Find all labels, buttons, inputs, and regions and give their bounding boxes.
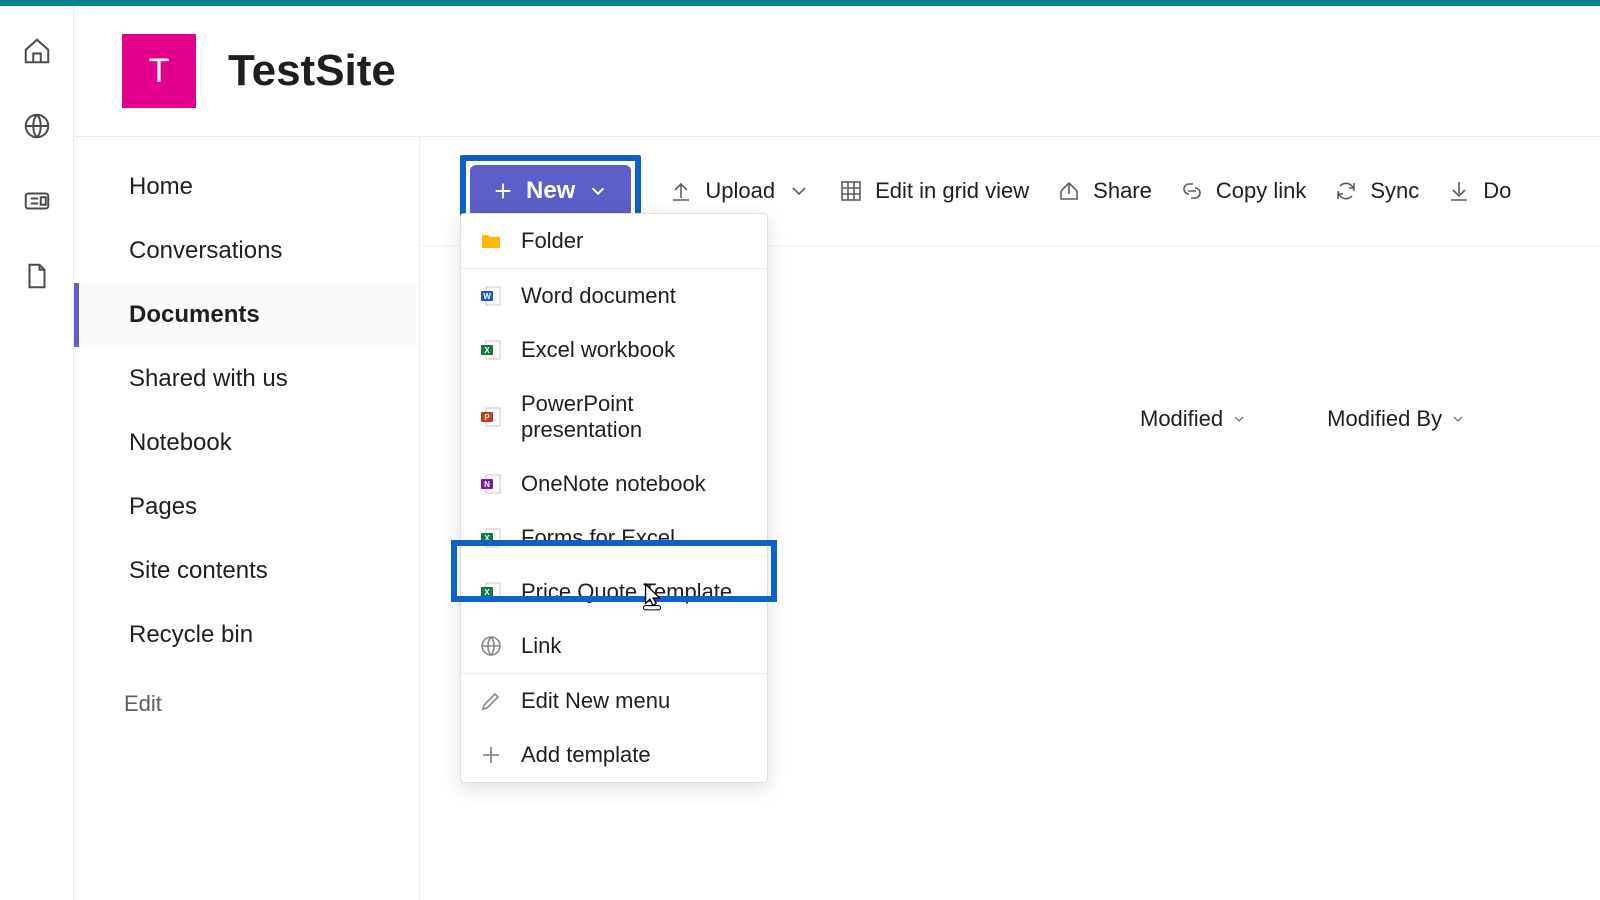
sync-label: Sync [1370, 178, 1419, 204]
share-label: Share [1093, 178, 1152, 204]
edit-icon [479, 689, 503, 713]
menu-item-label: Price Quote Template [521, 579, 732, 605]
new-menu-item-forms[interactable]: X Forms for Excel [461, 511, 767, 565]
word-icon: W [479, 284, 503, 308]
column-header-label: Modified By [1327, 406, 1442, 432]
menu-item-label: PowerPoint presentation [521, 391, 749, 443]
site-header: T TestSite [74, 6, 1600, 136]
globe-icon[interactable] [22, 111, 52, 146]
leftnav-item-home[interactable]: Home [74, 155, 419, 219]
download-label: Do [1483, 178, 1511, 204]
column-header-modified[interactable]: Modified [1140, 406, 1247, 432]
menu-item-label: Add template [521, 742, 651, 768]
work-area: New Upload Edit in grid view [420, 137, 1600, 900]
leftnav-item-documents[interactable]: Documents [74, 283, 419, 347]
menu-item-label: Excel workbook [521, 337, 675, 363]
svg-text:X: X [484, 588, 490, 597]
leftnav-item-recyclebin[interactable]: Recycle bin [74, 603, 419, 667]
link-icon [1180, 179, 1204, 203]
powerpoint-icon: P [479, 405, 503, 429]
menu-item-label: Folder [521, 228, 583, 254]
chevron-down-icon [1231, 411, 1247, 427]
svg-text:P: P [484, 413, 490, 422]
new-menu-item-link[interactable]: Link [461, 619, 767, 673]
copylink-button[interactable]: Copy link [1180, 178, 1306, 204]
leftnav-item-conversations[interactable]: Conversations [74, 219, 419, 283]
svg-text:W: W [483, 292, 491, 301]
app-rail [0, 6, 74, 900]
download-icon [1447, 179, 1471, 203]
new-button[interactable]: New [470, 165, 631, 217]
upload-button[interactable]: Upload [669, 178, 811, 204]
leftnav-edit-link[interactable]: Edit [74, 667, 419, 717]
folder-icon [479, 229, 503, 253]
leftnav-item-pages[interactable]: Pages [74, 475, 419, 539]
column-header-label: Modified [1140, 406, 1223, 432]
content-row: Home Conversations Documents Shared with… [74, 136, 1600, 900]
file-icon[interactable] [22, 261, 52, 296]
left-navigation: Home Conversations Documents Shared with… [74, 137, 420, 900]
new-menu-item-onenote[interactable]: N OneNote notebook [461, 457, 767, 511]
new-menu-item-edit[interactable]: Edit New menu [461, 674, 767, 728]
upload-label: Upload [705, 178, 775, 204]
new-menu-item-price-quote-template[interactable]: X Price Quote Template [461, 565, 767, 619]
svg-text:X: X [484, 534, 490, 543]
news-icon[interactable] [22, 186, 52, 221]
chevron-down-icon [1450, 411, 1466, 427]
column-header-modifiedby[interactable]: Modified By [1327, 406, 1466, 432]
edit-grid-button[interactable]: Edit in grid view [839, 178, 1029, 204]
excel-template-icon: X [479, 580, 503, 604]
onenote-icon: N [479, 472, 503, 496]
sync-icon [1334, 179, 1358, 203]
menu-item-label: OneNote notebook [521, 471, 706, 497]
app-root: T TestSite Home Conversations Documents … [0, 6, 1600, 900]
chevron-down-icon [587, 180, 609, 202]
forms-excel-icon: X [479, 526, 503, 550]
share-icon [1057, 179, 1081, 203]
chevron-down-icon [787, 179, 811, 203]
svg-text:N: N [484, 480, 490, 489]
new-menu-item-add-template[interactable]: Add template [461, 728, 767, 782]
excel-icon: X [479, 338, 503, 362]
download-button[interactable]: Do [1447, 178, 1511, 204]
site-title: TestSite [228, 46, 396, 96]
new-menu-item-word[interactable]: W Word document [461, 269, 767, 323]
site-logo[interactable]: T [122, 34, 196, 108]
svg-text:X: X [484, 346, 490, 355]
menu-item-label: Forms for Excel [521, 525, 675, 551]
menu-item-label: Word document [521, 283, 676, 309]
copylink-label: Copy link [1216, 178, 1306, 204]
globe-icon [479, 634, 503, 658]
menu-item-label: Edit New menu [521, 688, 670, 714]
new-dropdown-menu: Folder W Word document X Excel workbook [460, 213, 768, 783]
new-button-label: New [526, 177, 575, 205]
main-column: T TestSite Home Conversations Documents … [74, 6, 1600, 900]
leftnav-item-shared[interactable]: Shared with us [74, 347, 419, 411]
upload-icon [669, 179, 693, 203]
home-icon[interactable] [22, 36, 52, 71]
leftnav-item-notebook[interactable]: Notebook [74, 411, 419, 475]
share-button[interactable]: Share [1057, 178, 1152, 204]
sync-button[interactable]: Sync [1334, 178, 1419, 204]
new-menu-item-excel[interactable]: X Excel workbook [461, 323, 767, 377]
plus-icon [479, 743, 503, 767]
leftnav-item-sitecontents[interactable]: Site contents [74, 539, 419, 603]
edit-grid-label: Edit in grid view [875, 178, 1029, 204]
grid-icon [839, 179, 863, 203]
menu-item-label: Link [521, 633, 561, 659]
plus-icon [492, 180, 514, 202]
new-menu-item-folder[interactable]: Folder [461, 214, 767, 268]
new-menu-item-powerpoint[interactable]: P PowerPoint presentation [461, 377, 767, 457]
